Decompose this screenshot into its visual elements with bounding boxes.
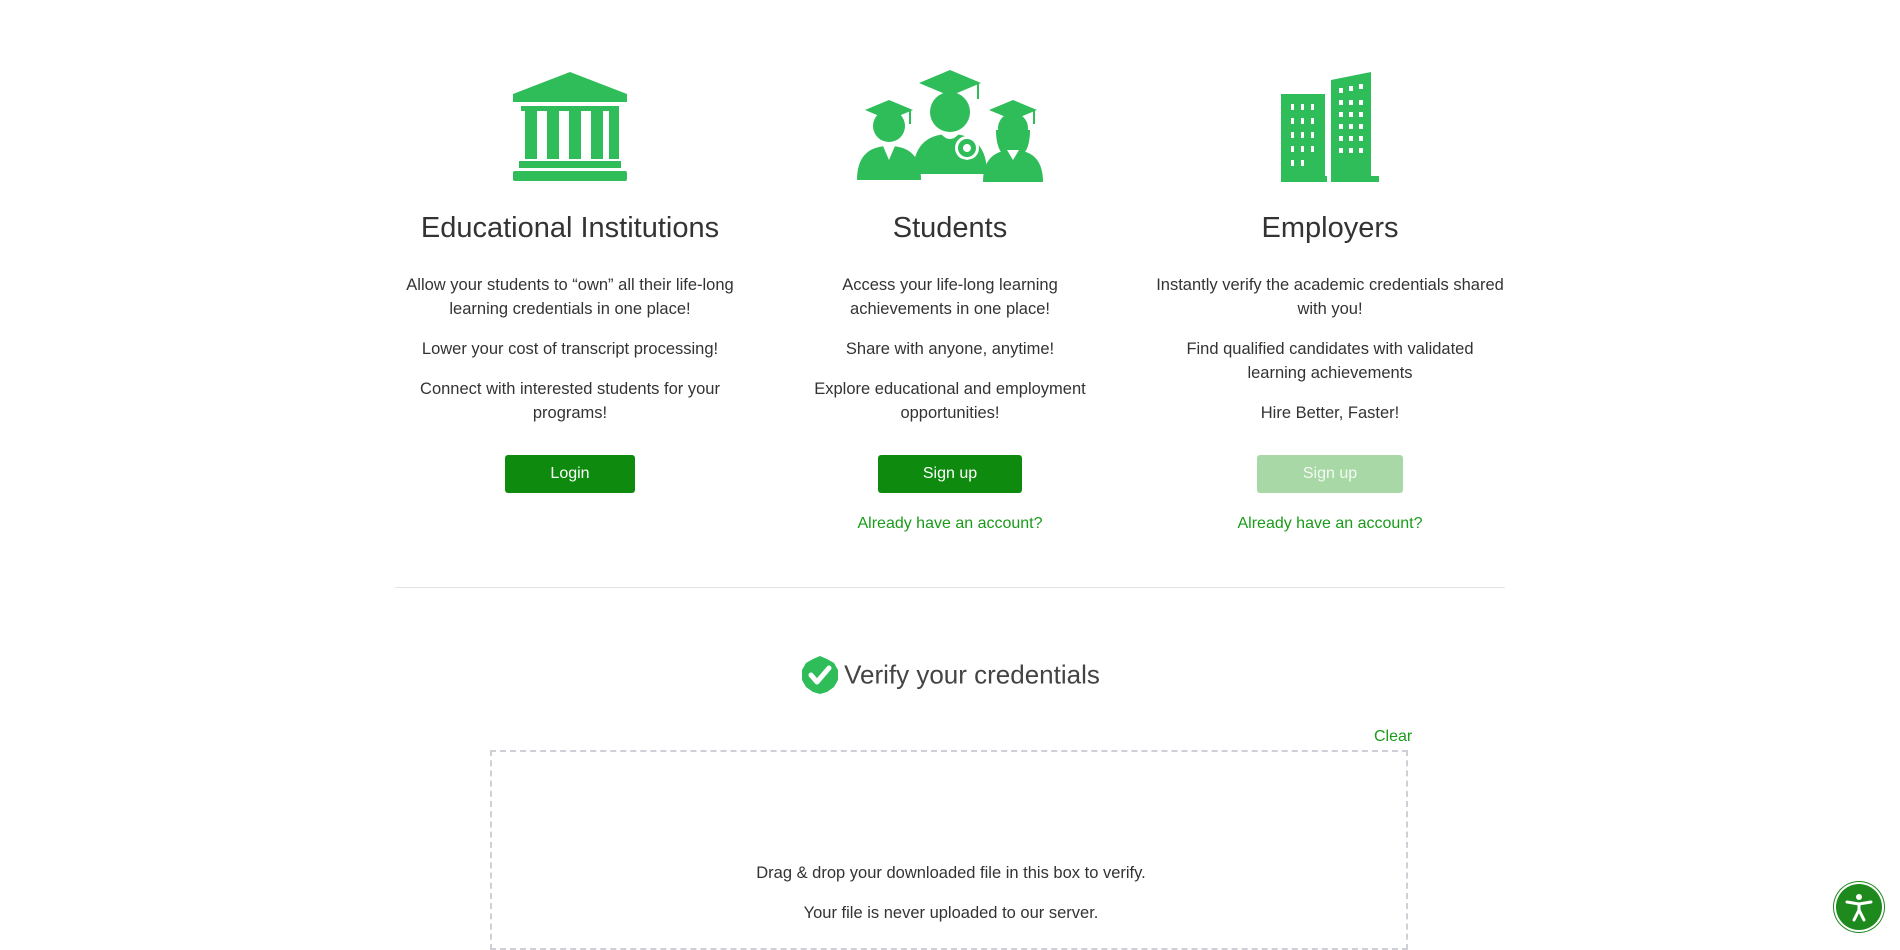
institutions-column: Educational Institutions Allow your stud…	[395, 70, 745, 493]
bank-building-icon	[395, 70, 745, 182]
students-column: Students Access your life-long learning …	[800, 70, 1100, 533]
institutions-line-1: Allow your students to “own” all their l…	[406, 276, 734, 318]
section-divider	[395, 587, 1505, 588]
office-buildings-icon	[1155, 70, 1505, 182]
employers-column: Employers Instantly verify the academic …	[1155, 70, 1505, 533]
students-line-2: Share with anyone, anytime!	[845, 340, 1055, 358]
employers-title: Employers	[1261, 212, 1399, 244]
employers-line-3: Hire Better, Faster!	[1260, 404, 1400, 422]
login-button[interactable]: Login	[505, 455, 635, 493]
verify-title: Verify your credentials	[844, 659, 1100, 690]
clear-link[interactable]: Clear	[1374, 728, 1412, 746]
dropzone-instruction: Drag & drop your downloaded file in this…	[756, 864, 1146, 882]
employers-line-1: Instantly verify the academic credential…	[1156, 276, 1504, 318]
students-existing-account-link[interactable]: Already have an account?	[857, 515, 1042, 533]
students-title: Students	[892, 212, 1008, 244]
employers-existing-account-link[interactable]: Already have an account?	[1237, 515, 1422, 533]
students-line-1: Access your life-long learning achieveme…	[842, 276, 1058, 318]
verify-heading: Verify your credentials	[0, 655, 1900, 695]
file-dropzone[interactable]: Drag & drop your downloaded file in this…	[490, 750, 1408, 950]
employers-line-2: Find qualified candidates with validated…	[1186, 340, 1474, 382]
verified-check-icon	[802, 656, 839, 694]
institutions-line-2: Lower your cost of transcript processing…	[421, 340, 719, 358]
students-line-3: Explore educational and employment oppor…	[814, 380, 1086, 422]
dropzone-privacy-note: Your file is never uploaded to our serve…	[803, 904, 1099, 922]
institutions-line-3: Connect with interested students for you…	[420, 380, 720, 422]
institutions-title: Educational Institutions	[420, 212, 720, 244]
accessibility-icon	[1845, 894, 1873, 922]
accessibility-button[interactable]	[1836, 884, 1882, 930]
graduates-icon	[800, 70, 1100, 182]
students-signup-button[interactable]: Sign up	[878, 455, 1022, 493]
employers-signup-button[interactable]: Sign up	[1257, 455, 1403, 493]
